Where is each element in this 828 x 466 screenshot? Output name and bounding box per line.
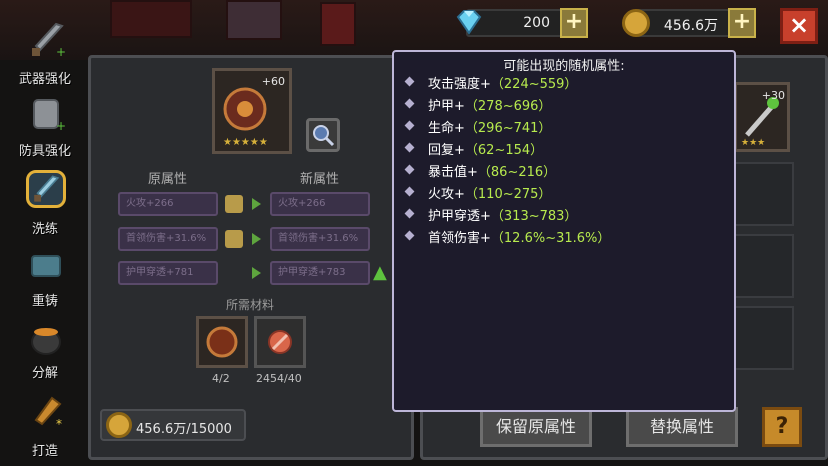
material-count: 2454/40 [256,372,302,385]
gem-counter: 200 + [456,8,588,38]
sidebar-item-craft[interactable]: * 打造 [8,392,82,462]
attribute-name: 生命+ [428,121,465,136]
sidebar-item-armor-enhance[interactable]: + 防具强化 [8,94,82,164]
sidebar-item-reforge[interactable]: 重铸 [8,246,82,316]
background-decor [226,0,282,40]
sidebar-item-label: 洗练 [31,222,58,237]
svg-text:*: * [56,417,62,431]
new-attributes-header: 新属性 [300,172,340,187]
bullet-icon [404,208,415,219]
materials-header: 所需材料 [226,298,275,312]
attribute-name: 护甲+ [428,99,465,114]
help-button[interactable]: ? [762,407,802,447]
bullet-icon [404,164,415,175]
new-attribute: 护甲穿透+783 [270,261,370,285]
new-attribute: 火攻+266 [270,192,370,216]
material-slot[interactable] [196,316,248,368]
item-level-badge: +60 [261,75,285,88]
svg-text:+: + [56,119,66,133]
attribute-range: （313~783） [490,209,578,224]
bullet-icon [404,186,415,197]
old-attribute: 首领伤害+31.6% [118,227,218,251]
svg-text:★★★★★: ★★★★★ [223,137,268,148]
sidebar-item-label: 防具强化 [18,144,71,159]
coin-counter: 456.6万 + [622,8,756,38]
attribute-range: （278~696） [464,99,552,114]
coin-icon [622,9,650,37]
random-attributes-tooltip: 可能出现的随机属性: 攻击强度+（224~559） 护甲+（278~696） 生… [392,50,736,412]
keep-attributes-button[interactable]: 保留原属性 [480,407,592,447]
lock-icon[interactable] [225,230,243,248]
reforge-icon [31,255,61,277]
empty-row [736,162,794,226]
old-attributes-header: 原属性 [148,172,188,187]
attribute-range: （224~559） [490,77,578,92]
bullet-icon [404,142,415,153]
sidebar-item-decompose[interactable]: 分解 [8,318,82,388]
old-attribute: 火攻+266 [118,192,218,216]
arrow-up-icon: ▲ [373,262,387,283]
material-count: 4/2 [212,372,230,385]
sidebar-item-label: 分解 [31,366,58,381]
add-gems-button[interactable]: + [560,8,588,38]
gem-icon [456,10,482,35]
sidebar-item-weapon-enhance[interactable]: + 武器强化 [8,20,82,90]
attribute-range: （86~216） [477,165,557,180]
refine-sword-icon [26,170,66,208]
attribute-name: 攻击强度+ [428,77,491,92]
attribute-name: 火攻+ [428,187,465,202]
compare-item-slot[interactable]: ★★★ +30 [734,82,790,152]
attribute-name: 暴击值+ [428,165,478,180]
attribute-name: 回复+ [428,143,465,158]
coin-count: 456.6万 [663,18,718,34]
old-attribute: 护甲穿透+781 [118,261,218,285]
sword-icon: + [32,22,66,59]
lock-icon[interactable] [225,195,243,213]
arrow-right-icon [252,233,261,245]
bullet-icon [404,230,415,241]
inspect-button[interactable] [306,118,340,152]
attribute-name: 护甲穿透+ [428,209,491,224]
attribute-range: （110~275） [464,187,552,202]
sidebar-item-label: 武器强化 [18,72,71,87]
svg-text:+: + [56,45,66,59]
fire-ore-icon [206,326,238,358]
add-coins-button[interactable]: + [728,8,756,38]
new-attribute: 首领伤害+31.6% [270,227,370,251]
attribute-range: （62~154） [464,143,544,158]
magnifier-icon [313,125,335,147]
replace-attributes-button[interactable]: 替换属性 [626,407,738,447]
cauldron-icon [31,328,61,355]
armor-icon: + [33,99,66,133]
empty-row [736,306,794,370]
arrow-right-icon [252,198,261,210]
empty-row [736,234,794,298]
bullet-icon [404,76,415,87]
close-button[interactable]: × [780,8,818,44]
equipped-item-slot[interactable]: ★★★★★ +60 [212,68,292,154]
prohibited-stone-icon [268,330,292,354]
compare-level-badge: +30 [761,89,785,102]
material-slot[interactable] [254,316,306,368]
gem-count: 200 [523,15,550,31]
bullet-icon [404,98,415,109]
sidebar-item-refine[interactable]: 洗练 [8,168,82,238]
attribute-range: （296~741） [464,121,552,136]
sidebar-item-label: 重铸 [31,294,58,309]
cost-display: 456.6万/15000 [100,409,246,441]
attribute-name: 首领伤害+ [428,231,491,246]
sidebar-item-label: 打造 [31,444,58,459]
arrow-right-icon [252,267,261,279]
attribute-range: （12.6%~31.6%） [490,231,611,246]
cost-value: 456.6万/15000 [136,422,232,437]
coin-icon [106,412,132,438]
tooltip-title: 可能出现的随机属性: [503,59,625,74]
background-decor [320,2,356,46]
background-decor [110,0,192,38]
hammer-icon: * [34,396,62,431]
bullet-icon [404,120,415,131]
svg-text:★★★: ★★★ [741,138,765,148]
